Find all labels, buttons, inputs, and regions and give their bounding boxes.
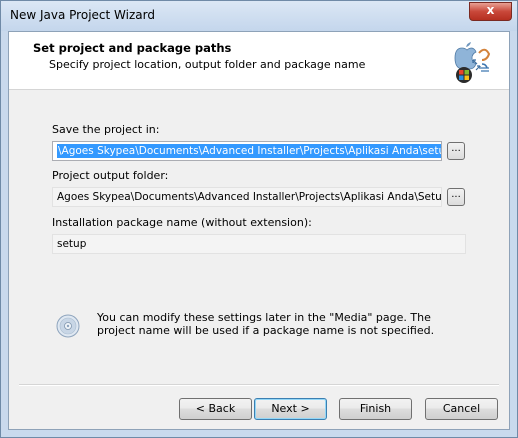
project-location-label: Save the project in: — [52, 123, 160, 136]
page-title: Set project and package paths — [33, 41, 232, 55]
title-bar[interactable]: New Java Project Wizard x — [1, 1, 517, 31]
java-platform-logo-icon — [454, 42, 491, 83]
package-name-label: Installation package name (without exten… — [52, 216, 312, 229]
close-icon: x — [486, 3, 495, 17]
output-folder-input[interactable]: Agoes Skypea\Documents\Advanced Installe… — [52, 187, 442, 207]
window-title: New Java Project Wizard — [10, 8, 155, 22]
wizard-window: New Java Project Wizard x Set project an… — [0, 0, 518, 438]
project-location-value: \Agoes Skypea\Documents\Advanced Install… — [57, 144, 441, 158]
project-location-browse-button[interactable]: ... — [447, 142, 465, 160]
info-message: You can modify these settings later in t… — [97, 311, 435, 337]
close-button[interactable]: x — [469, 2, 512, 21]
next-button[interactable]: Next > — [254, 398, 327, 420]
page-subtitle: Specify project location, output folder … — [49, 58, 366, 71]
wizard-body: Set project and package paths Specify pr… — [8, 31, 510, 430]
wizard-header: Set project and package paths Specify pr… — [9, 32, 509, 90]
finish-button[interactable]: Finish — [339, 398, 412, 420]
project-location-input[interactable]: \Agoes Skypea\Documents\Advanced Install… — [52, 141, 442, 161]
footer-divider — [19, 384, 499, 386]
cd-disc-icon — [56, 314, 80, 338]
output-folder-label: Project output folder: — [52, 169, 169, 182]
back-button[interactable]: < Back — [179, 398, 252, 420]
output-folder-browse-button[interactable]: ... — [447, 188, 465, 206]
cancel-button[interactable]: Cancel — [425, 398, 498, 420]
package-name-input[interactable]: setup — [52, 234, 466, 254]
